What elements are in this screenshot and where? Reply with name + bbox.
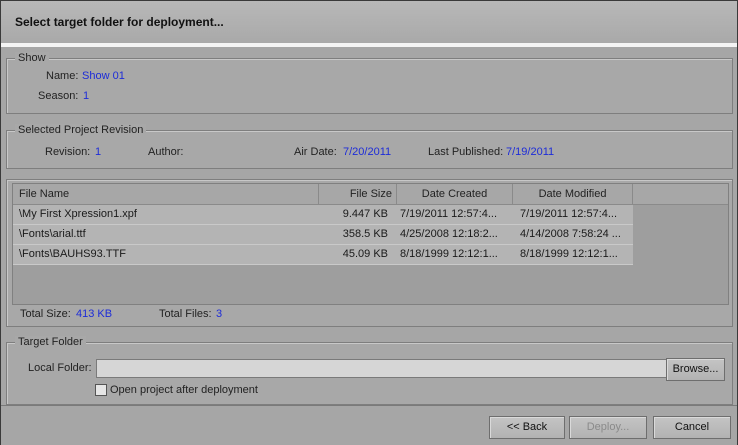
- total-files-label: Total Files:: [159, 308, 212, 320]
- last-published-value: 7/19/2011: [506, 146, 555, 158]
- table-row[interactable]: \My First Xpression1.xpf 9.447 KB 7/19/2…: [13, 205, 633, 225]
- show-name-label: Name:: [46, 70, 79, 82]
- last-published-label: Last Published:: [428, 146, 504, 158]
- airdate-label: Air Date:: [294, 146, 337, 158]
- files-table: File Name File Size Date Created Date Mo…: [12, 183, 729, 305]
- local-folder-label: Local Folder:: [28, 362, 92, 374]
- file-size-cell: 9.447 KB: [342, 208, 388, 220]
- dialog-title: Select target folder for deployment...: [15, 15, 224, 29]
- deploy-button[interactable]: Deploy...: [569, 416, 647, 439]
- back-button[interactable]: << Back: [489, 416, 565, 439]
- file-size-cell: 45.09 KB: [342, 248, 388, 260]
- date-modified-cell: 4/14/2008 7:58:24 ...: [520, 228, 621, 240]
- cancel-button[interactable]: Cancel: [653, 416, 731, 439]
- column-header-file-size[interactable]: File Size: [318, 184, 397, 204]
- show-legend: Show: [15, 52, 49, 65]
- files-table-header: File Name File Size Date Created Date Mo…: [13, 184, 728, 205]
- total-size-value: 413 KB: [76, 308, 113, 320]
- column-header-file-name[interactable]: File Name: [13, 184, 319, 204]
- header-divider: [1, 43, 737, 47]
- deployment-dialog: Select target folder for deployment... S…: [0, 0, 738, 445]
- revision-legend: Selected Project Revision: [15, 124, 147, 137]
- author-label: Author:: [148, 146, 184, 158]
- target-folder-legend: Target Folder: [15, 336, 86, 349]
- table-row[interactable]: \Fonts\BAUHS93.TTF 45.09 KB 8/18/1999 12…: [13, 245, 633, 265]
- file-size-cell: 358.5 KB: [342, 228, 388, 240]
- browse-button[interactable]: Browse...: [666, 358, 725, 381]
- date-created-cell: 4/25/2008 12:18:2...: [400, 228, 498, 240]
- airdate-value: 7/20/2011: [343, 146, 392, 158]
- column-header-date-modified[interactable]: Date Modified: [513, 184, 633, 204]
- total-files-value: 3: [216, 308, 223, 320]
- date-created-cell: 7/19/2011 12:57:4...: [400, 208, 498, 220]
- revision-value: 1: [95, 146, 102, 158]
- total-size-label: Total Size:: [20, 308, 71, 320]
- show-name-value: Show 01: [82, 70, 125, 82]
- show-season-value: 1: [83, 90, 90, 102]
- column-header-date-created[interactable]: Date Created: [397, 184, 513, 204]
- date-created-cell: 8/18/1999 12:12:1...: [400, 248, 498, 260]
- date-modified-cell: 7/19/2011 12:57:4...: [520, 208, 618, 220]
- file-name-cell: \Fonts\BAUHS93.TTF: [19, 248, 126, 260]
- show-season-label: Season:: [38, 90, 79, 102]
- open-after-deployment-checkbox[interactable]: [95, 384, 107, 396]
- revision-label: Revision:: [45, 146, 91, 158]
- date-modified-cell: 8/18/1999 12:12:1...: [520, 248, 618, 260]
- table-row[interactable]: \Fonts\arial.ttf 358.5 KB 4/25/2008 12:1…: [13, 225, 633, 245]
- file-name-cell: \Fonts\arial.ttf: [19, 228, 86, 240]
- show-group: Show Name: Show 01 Season: 1: [6, 52, 733, 114]
- local-folder-input[interactable]: [96, 359, 667, 378]
- file-name-cell: \My First Xpression1.xpf: [19, 208, 137, 220]
- dialog-header: Select target folder for deployment...: [1, 1, 737, 44]
- open-after-deployment-label[interactable]: Open project after deployment: [110, 384, 258, 396]
- revision-group: Selected Project Revision Revision: 1 Au…: [6, 124, 733, 169]
